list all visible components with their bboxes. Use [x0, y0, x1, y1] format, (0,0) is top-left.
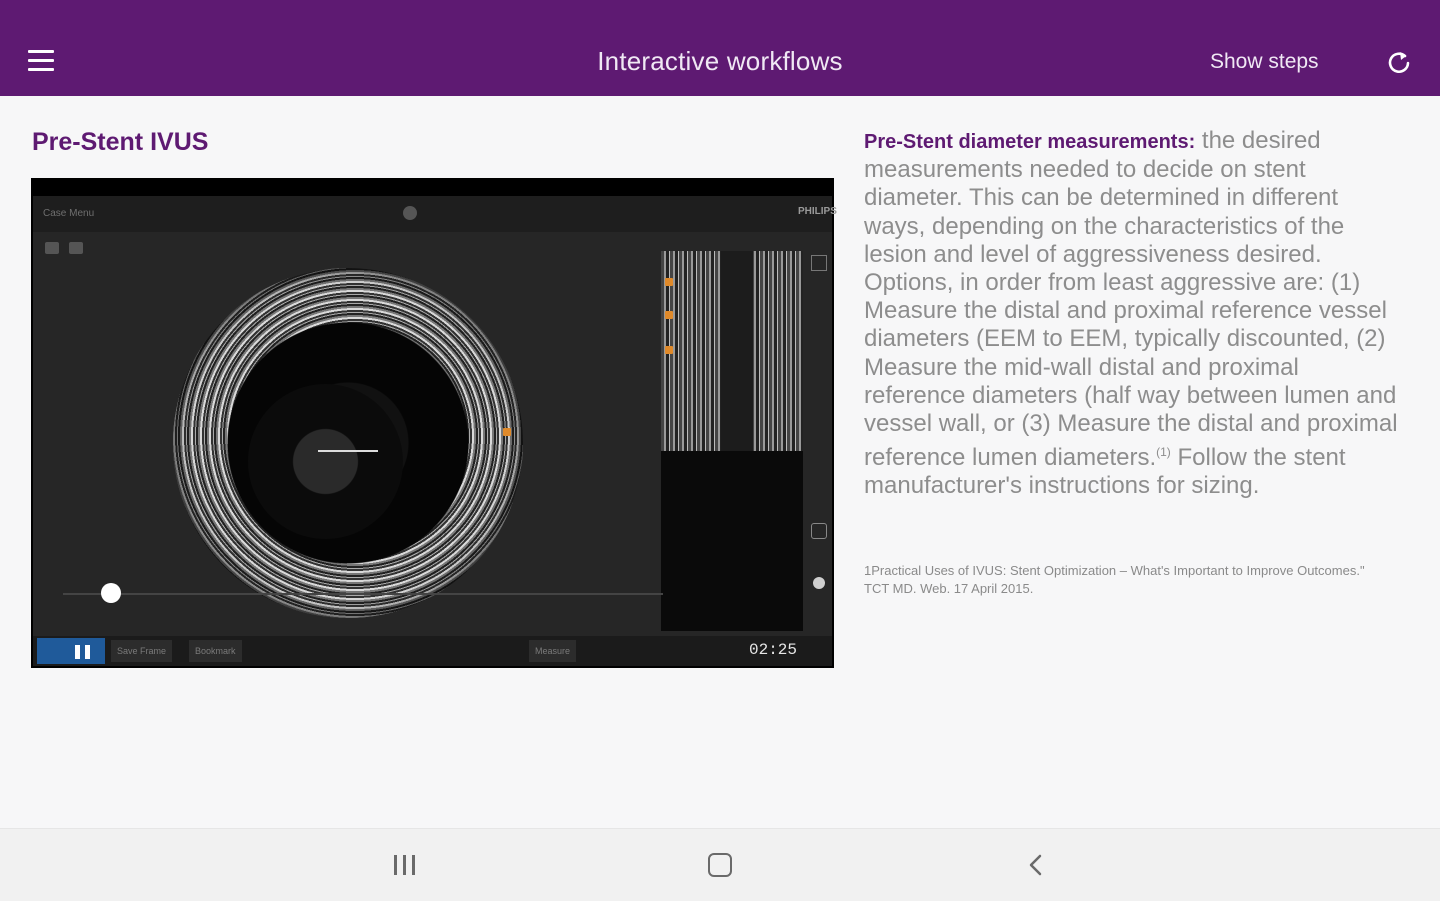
- user-icon: [403, 206, 417, 220]
- grid-icon[interactable]: [45, 242, 59, 254]
- video-top-bar: Case Menu PHILIPS: [33, 196, 837, 232]
- pause-button[interactable]: [37, 638, 105, 664]
- show-steps-button[interactable]: Show steps: [1210, 50, 1319, 74]
- bookmark-button[interactable]: Bookmark: [189, 640, 242, 662]
- reference-footnote: 1Practical Uses of IVUS: Stent Optimizat…: [864, 563, 1365, 596]
- fit-icon[interactable]: [811, 523, 827, 539]
- orange-marker: [503, 428, 511, 436]
- measure-button[interactable]: Measure: [529, 640, 577, 662]
- zoom-in-icon[interactable]: [811, 255, 827, 271]
- description-heading: Pre-Stent diameter measurements:: [864, 131, 1196, 153]
- brand-logo: PHILIPS: [798, 206, 837, 217]
- back-icon[interactable]: [1026, 853, 1046, 877]
- app-header: Interactive workflows Show steps: [0, 0, 1440, 96]
- catheter-marker: [318, 450, 378, 452]
- bookmark-marker: [665, 311, 673, 319]
- refresh-icon[interactable]: [1386, 50, 1412, 76]
- ivus-screen: Case Menu PHILIPS Save Frame Bookmark Me…: [33, 196, 837, 666]
- playback-slider-thumb[interactable]: [101, 583, 121, 603]
- longitudinal-divider: [721, 251, 753, 451]
- recent-apps-icon[interactable]: [394, 855, 418, 875]
- system-nav-bar: [0, 828, 1440, 901]
- bookmark-marker: [665, 278, 673, 286]
- settings-icon[interactable]: [69, 242, 83, 254]
- bookmark-marker: [665, 346, 673, 354]
- page-title: Pre-Stent IVUS: [32, 128, 209, 156]
- home-icon[interactable]: [708, 853, 732, 877]
- playback-time: 02:25: [749, 641, 798, 659]
- description-citation: (1): [1156, 445, 1171, 460]
- save-frame-button[interactable]: Save Frame: [111, 640, 173, 662]
- description-body: the desired measurements needed to decid…: [864, 127, 1398, 472]
- description-text: Pre-Stent diameter measurements: the des…: [864, 127, 1404, 501]
- video-player[interactable]: Case Menu PHILIPS Save Frame Bookmark Me…: [31, 178, 837, 668]
- playback-track[interactable]: [63, 593, 663, 595]
- ivus-lumen: [248, 384, 403, 539]
- side-toolbar: [807, 251, 829, 631]
- longitudinal-empty-area: [661, 451, 803, 631]
- video-control-bar: Save Frame Bookmark Measure 02:25: [33, 636, 832, 666]
- case-menu-link[interactable]: Case Menu: [43, 208, 94, 219]
- record-icon[interactable]: [813, 577, 825, 589]
